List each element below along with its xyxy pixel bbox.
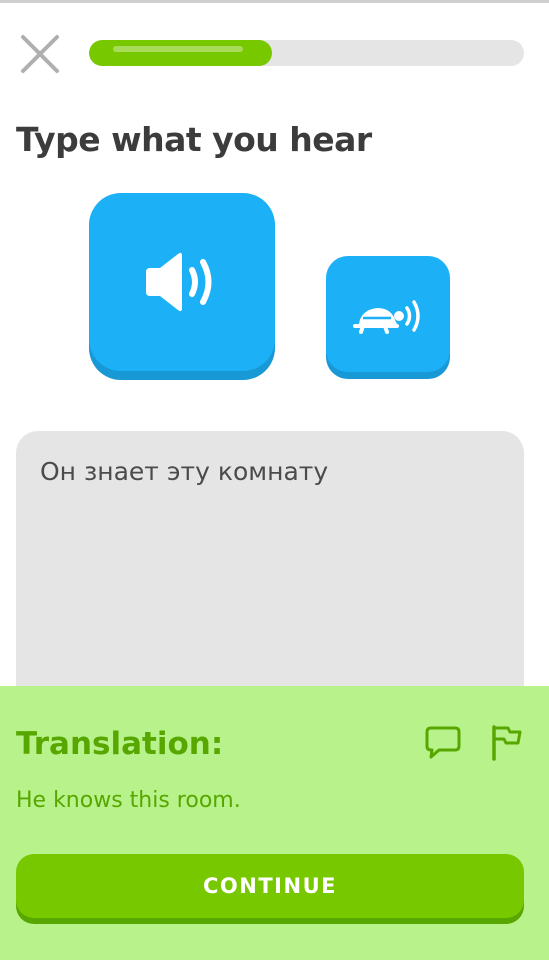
report-button[interactable]: [488, 723, 524, 761]
close-button[interactable]: [18, 32, 62, 76]
speaker-icon: [146, 252, 212, 312]
flag-icon: [492, 725, 522, 761]
translation-text: He knows this room.: [16, 788, 241, 813]
progress-bar: [89, 40, 524, 66]
close-icon: [21, 35, 59, 73]
feedback-title: Translation:: [16, 726, 224, 762]
continue-button[interactable]: CONTINUE: [16, 854, 524, 918]
play-audio-button[interactable]: [89, 193, 275, 371]
progress-bar-fill: [89, 40, 272, 66]
feedback-panel: Translation: He knows this room. CONTINU…: [0, 686, 549, 960]
progress-bar-shine: [113, 46, 243, 52]
speech-bubble-icon: [425, 726, 461, 759]
turtle-speaker-icon: [353, 300, 420, 334]
discuss-button[interactable]: [425, 725, 461, 761]
top-border: [0, 0, 549, 3]
play-slow-audio-button[interactable]: [326, 256, 450, 372]
exercise-prompt: Type what you hear: [16, 120, 372, 159]
